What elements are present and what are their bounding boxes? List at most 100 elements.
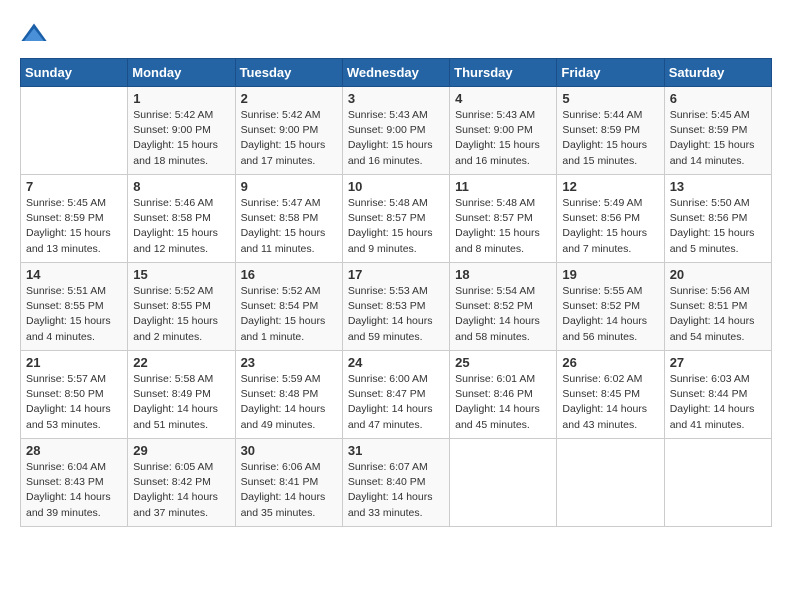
- calendar-cell: 10Sunrise: 5:48 AM Sunset: 8:57 PM Dayli…: [342, 175, 449, 263]
- day-info: Sunrise: 6:05 AM Sunset: 8:42 PM Dayligh…: [133, 460, 229, 521]
- calendar-cell: 13 Sunrise: 5:50 AM Sunset: 8:56 PM Dayli…: [664, 175, 771, 263]
- day-number: 26: [562, 355, 658, 370]
- calendar-cell: [450, 439, 557, 527]
- day-info: Sunrise: 5:52 AM Sunset: 8:55 PM Dayligh…: [133, 284, 229, 345]
- calendar-cell: 1 Sunrise: 5:42 AM Sunset: 9:00 PM Daylig…: [128, 87, 235, 175]
- day-number: 15: [133, 267, 229, 282]
- column-header-thursday: Thursday: [450, 59, 557, 87]
- header-row: SundayMondayTuesdayWednesdayThursdayFrid…: [21, 59, 772, 87]
- day-info: Sunrise: 5:53 AM Sunset: 8:53 PM Dayligh…: [348, 284, 444, 345]
- calendar-cell: 20 Sunrise: 5:56 AM Sunset: 8:51 PM Dayli…: [664, 263, 771, 351]
- day-number: 24: [348, 355, 444, 370]
- day-info: Sunrise: 5:48 AM Sunset: 8:57 PM Dayligh…: [348, 196, 444, 257]
- day-number: 21: [26, 355, 122, 370]
- day-number: 19: [562, 267, 658, 282]
- day-info: Sunrise: 5:46 AM Sunset: 8:58 PM Dayligh…: [133, 196, 229, 257]
- day-number: 25: [455, 355, 551, 370]
- day-number: 20: [670, 267, 766, 282]
- day-number: 5: [562, 91, 658, 106]
- day-info: Sunrise: 5:42 AM Sunset: 9:00 PM Dayligh…: [133, 108, 229, 169]
- day-number: 18: [455, 267, 551, 282]
- column-header-sunday: Sunday: [21, 59, 128, 87]
- calendar-cell: 16 Sunrise: 5:52 AM Sunset: 8:54 PM Dayli…: [235, 263, 342, 351]
- calendar-cell: 29 Sunrise: 6:05 AM Sunset: 8:42 PM Dayli…: [128, 439, 235, 527]
- day-info: Sunrise: 5:56 AM Sunset: 8:51 PM Dayligh…: [670, 284, 766, 345]
- day-number: 14: [26, 267, 122, 282]
- calendar-cell: [21, 87, 128, 175]
- day-info: Sunrise: 5:49 AM Sunset: 8:56 PM Dayligh…: [562, 196, 658, 257]
- calendar-cell: 19Sunrise: 5:55 AM Sunset: 8:52 PM Dayli…: [557, 263, 664, 351]
- week-row-1: 1 Sunrise: 5:42 AM Sunset: 9:00 PM Daylig…: [21, 87, 772, 175]
- day-number: 17: [348, 267, 444, 282]
- column-header-monday: Monday: [128, 59, 235, 87]
- day-info: Sunrise: 5:48 AM Sunset: 8:57 PM Dayligh…: [455, 196, 551, 257]
- day-number: 9: [241, 179, 337, 194]
- day-number: 27: [670, 355, 766, 370]
- day-number: 11: [455, 179, 551, 194]
- day-number: 6: [670, 91, 766, 106]
- day-info: Sunrise: 5:50 AM Sunset: 8:56 PM Dayligh…: [670, 196, 766, 257]
- day-info: Sunrise: 5:57 AM Sunset: 8:50 PM Dayligh…: [26, 372, 122, 433]
- calendar-cell: 22Sunrise: 5:58 AM Sunset: 8:49 PM Dayli…: [128, 351, 235, 439]
- day-number: 29: [133, 443, 229, 458]
- day-info: Sunrise: 5:47 AM Sunset: 8:58 PM Dayligh…: [241, 196, 337, 257]
- logo: [20, 20, 52, 48]
- day-info: Sunrise: 6:02 AM Sunset: 8:45 PM Dayligh…: [562, 372, 658, 433]
- calendar-cell: 8Sunrise: 5:46 AM Sunset: 8:58 PM Daylig…: [128, 175, 235, 263]
- week-row-4: 21 Sunrise: 5:57 AM Sunset: 8:50 PM Dayli…: [21, 351, 772, 439]
- day-info: Sunrise: 5:43 AM Sunset: 9:00 PM Dayligh…: [455, 108, 551, 169]
- calendar-cell: 21 Sunrise: 5:57 AM Sunset: 8:50 PM Dayli…: [21, 351, 128, 439]
- day-info: Sunrise: 5:51 AM Sunset: 8:55 PM Dayligh…: [26, 284, 122, 345]
- day-number: 16: [241, 267, 337, 282]
- week-row-5: 28Sunrise: 6:04 AM Sunset: 8:43 PM Dayli…: [21, 439, 772, 527]
- day-info: Sunrise: 6:03 AM Sunset: 8:44 PM Dayligh…: [670, 372, 766, 433]
- day-info: Sunrise: 5:45 AM Sunset: 8:59 PM Dayligh…: [26, 196, 122, 257]
- calendar-cell: 28Sunrise: 6:04 AM Sunset: 8:43 PM Dayli…: [21, 439, 128, 527]
- day-info: Sunrise: 5:43 AM Sunset: 9:00 PM Dayligh…: [348, 108, 444, 169]
- calendar-cell: 3Sunrise: 5:43 AM Sunset: 9:00 PM Daylig…: [342, 87, 449, 175]
- calendar-cell: 18 Sunrise: 5:54 AM Sunset: 8:52 PM Dayli…: [450, 263, 557, 351]
- day-info: Sunrise: 6:07 AM Sunset: 8:40 PM Dayligh…: [348, 460, 444, 521]
- calendar-cell: 15 Sunrise: 5:52 AM Sunset: 8:55 PM Dayli…: [128, 263, 235, 351]
- day-info: Sunrise: 5:54 AM Sunset: 8:52 PM Dayligh…: [455, 284, 551, 345]
- calendar-cell: 6 Sunrise: 5:45 AM Sunset: 8:59 PM Daylig…: [664, 87, 771, 175]
- day-number: 1: [133, 91, 229, 106]
- day-number: 22: [133, 355, 229, 370]
- day-number: 2: [241, 91, 337, 106]
- week-row-2: 7 Sunrise: 5:45 AM Sunset: 8:59 PM Daylig…: [21, 175, 772, 263]
- day-info: Sunrise: 6:00 AM Sunset: 8:47 PM Dayligh…: [348, 372, 444, 433]
- day-number: 13: [670, 179, 766, 194]
- day-number: 30: [241, 443, 337, 458]
- calendar-table: SundayMondayTuesdayWednesdayThursdayFrid…: [20, 58, 772, 527]
- day-info: Sunrise: 6:04 AM Sunset: 8:43 PM Dayligh…: [26, 460, 122, 521]
- week-row-3: 14 Sunrise: 5:51 AM Sunset: 8:55 PM Dayli…: [21, 263, 772, 351]
- day-number: 4: [455, 91, 551, 106]
- day-info: Sunrise: 6:06 AM Sunset: 8:41 PM Dayligh…: [241, 460, 337, 521]
- calendar-cell: 24 Sunrise: 6:00 AM Sunset: 8:47 PM Dayli…: [342, 351, 449, 439]
- column-header-tuesday: Tuesday: [235, 59, 342, 87]
- calendar-cell: 30 Sunrise: 6:06 AM Sunset: 8:41 PM Dayli…: [235, 439, 342, 527]
- calendar-cell: 5 Sunrise: 5:44 AM Sunset: 8:59 PM Daylig…: [557, 87, 664, 175]
- day-info: Sunrise: 5:44 AM Sunset: 8:59 PM Dayligh…: [562, 108, 658, 169]
- calendar-cell: 14 Sunrise: 5:51 AM Sunset: 8:55 PM Dayli…: [21, 263, 128, 351]
- calendar-cell: 2 Sunrise: 5:42 AM Sunset: 9:00 PM Daylig…: [235, 87, 342, 175]
- calendar-cell: 4 Sunrise: 5:43 AM Sunset: 9:00 PM Daylig…: [450, 87, 557, 175]
- calendar-cell: [664, 439, 771, 527]
- calendar-cell: 12 Sunrise: 5:49 AM Sunset: 8:56 PM Dayli…: [557, 175, 664, 263]
- day-info: Sunrise: 5:42 AM Sunset: 9:00 PM Dayligh…: [241, 108, 337, 169]
- column-header-saturday: Saturday: [664, 59, 771, 87]
- calendar-cell: 23Sunrise: 5:59 AM Sunset: 8:48 PM Dayli…: [235, 351, 342, 439]
- logo-icon: [20, 20, 48, 48]
- calendar-cell: 9 Sunrise: 5:47 AM Sunset: 8:58 PM Daylig…: [235, 175, 342, 263]
- calendar-cell: 26 Sunrise: 6:02 AM Sunset: 8:45 PM Dayli…: [557, 351, 664, 439]
- calendar-cell: [557, 439, 664, 527]
- calendar-cell: 7 Sunrise: 5:45 AM Sunset: 8:59 PM Daylig…: [21, 175, 128, 263]
- day-info: Sunrise: 5:52 AM Sunset: 8:54 PM Dayligh…: [241, 284, 337, 345]
- day-number: 7: [26, 179, 122, 194]
- day-number: 31: [348, 443, 444, 458]
- calendar-cell: 17 Sunrise: 5:53 AM Sunset: 8:53 PM Dayli…: [342, 263, 449, 351]
- day-number: 23: [241, 355, 337, 370]
- column-header-wednesday: Wednesday: [342, 59, 449, 87]
- day-number: 12: [562, 179, 658, 194]
- day-info: Sunrise: 5:45 AM Sunset: 8:59 PM Dayligh…: [670, 108, 766, 169]
